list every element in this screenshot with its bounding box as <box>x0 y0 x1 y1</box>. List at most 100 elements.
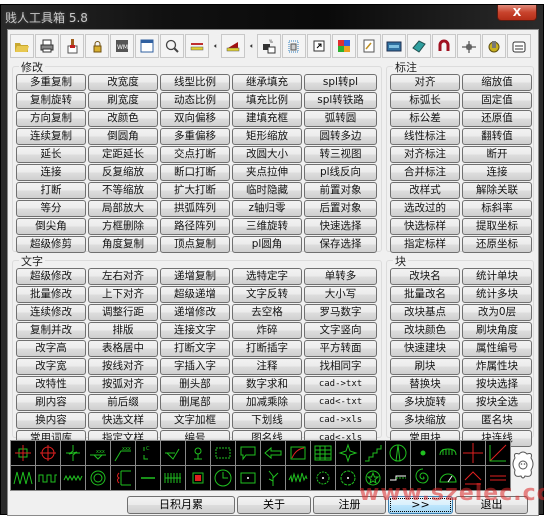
modify-button[interactable]: 倒尖角 <box>16 218 86 235</box>
bracket-symbol-button[interactable]: C <box>136 441 160 465</box>
text-button[interactable]: 打断插字 <box>232 340 302 357</box>
modify-button[interactable]: 夹点拉伸 <box>232 164 302 181</box>
text-button[interactable]: 递增修改 <box>160 304 230 321</box>
modify-button[interactable]: spl转铁路 <box>304 92 377 109</box>
text-button[interactable]: 文字加框 <box>160 412 230 429</box>
dropdown-arrow-button[interactable] <box>210 34 220 58</box>
exit-button[interactable]: 退出 <box>455 496 528 514</box>
wmf-button[interactable]: WMF <box>110 34 134 58</box>
weld-symbol-button[interactable]: xxx <box>86 441 110 465</box>
bracket-red-symbol-button[interactable] <box>111 466 135 490</box>
dimension-button[interactable]: 还原值 <box>462 110 532 127</box>
brush-button[interactable] <box>60 34 84 58</box>
text-button[interactable]: 连续修改 <box>16 304 86 321</box>
dimension-button[interactable]: 改样式 <box>390 182 460 199</box>
modify-button[interactable]: 建填充框 <box>232 110 302 127</box>
modify-button[interactable]: 改圆大小 <box>232 146 302 163</box>
modify-button[interactable]: 方向复制 <box>16 110 86 127</box>
block-button[interactable]: 按块选择 <box>462 376 532 393</box>
block-button[interactable]: 改块基点 <box>390 304 460 321</box>
modify-button[interactable]: 线型比例 <box>160 74 230 91</box>
modify-button[interactable]: 超级修剪 <box>16 236 86 253</box>
dimension-button[interactable]: 指定标样 <box>390 236 460 253</box>
dimension-button[interactable]: 对齐 <box>390 74 460 91</box>
protractor-symbol-button[interactable] <box>436 466 460 490</box>
text-button[interactable]: 复制并改 <box>16 322 86 339</box>
dimension-button[interactable]: 固定值 <box>462 92 532 109</box>
modify-button[interactable]: pl圆角 <box>232 236 302 253</box>
concentric-circle-symbol-button[interactable] <box>86 466 110 490</box>
text-button[interactable]: 排版 <box>88 322 158 339</box>
register-button[interactable]: 注册 <box>313 496 386 514</box>
color-grid-button[interactable] <box>332 34 356 58</box>
text-button[interactable]: 大小写 <box>304 286 377 303</box>
zoom-search-button[interactable] <box>160 34 184 58</box>
gear-symbol-button[interactable] <box>311 466 335 490</box>
layer-fill-button[interactable] <box>221 34 245 58</box>
text-button[interactable]: 超级递增 <box>160 286 230 303</box>
crosshair-square-symbol-button[interactable] <box>11 441 35 465</box>
window-button[interactable] <box>135 34 159 58</box>
modify-button[interactable]: 拱弧阵列 <box>160 200 230 217</box>
north-arrow-symbol-button[interactable] <box>386 441 410 465</box>
text-button[interactable]: 递增复制 <box>160 268 230 285</box>
star-point-symbol-button[interactable] <box>336 441 360 465</box>
break-line-symbol-button[interactable] <box>61 441 85 465</box>
cross-lines-symbol-button[interactable] <box>461 441 485 465</box>
text-button[interactable]: 上下对齐 <box>88 286 158 303</box>
dimension-button[interactable]: 标公差 <box>390 110 460 127</box>
dimension-button[interactable]: 线性标注 <box>390 128 460 145</box>
calculator-button[interactable] <box>507 34 531 58</box>
open-folder-button[interactable] <box>10 34 34 58</box>
dimension-button[interactable]: 对齐标注 <box>390 146 460 163</box>
dimension-button[interactable]: 选改过的 <box>390 200 460 217</box>
modify-button[interactable]: 倒圆角 <box>88 128 158 145</box>
block-button[interactable]: 批量改名 <box>390 286 460 303</box>
select-frame-button[interactable] <box>282 34 306 58</box>
angle-symbol-button[interactable] <box>486 441 510 465</box>
block-button[interactable]: 快速建块 <box>390 340 460 357</box>
modify-button[interactable]: 前置对象 <box>304 182 377 199</box>
modify-button[interactable]: 定距延长 <box>88 146 158 163</box>
text-button[interactable]: 表格居中 <box>88 340 158 357</box>
dimension-button[interactable]: 提取坐标 <box>462 218 532 235</box>
text-button[interactable]: 前后缀 <box>88 394 158 411</box>
text-button[interactable]: 字插入字 <box>160 358 230 375</box>
text-button[interactable]: 去空格 <box>232 304 302 321</box>
dimension-button[interactable]: 断开 <box>462 146 532 163</box>
block-button[interactable]: 统计单块 <box>462 268 532 285</box>
modify-button[interactable]: 改宽度 <box>88 74 158 91</box>
hatch-square-symbol-button[interactable] <box>186 466 210 490</box>
modify-button[interactable]: 等分 <box>16 200 86 217</box>
modify-button[interactable]: 不等缩放 <box>88 182 158 199</box>
eraser-button[interactable] <box>407 34 431 58</box>
close-button[interactable]: X <box>497 5 537 21</box>
text-button[interactable]: 按弧对齐 <box>88 376 158 393</box>
zigzag-wave-symbol-button[interactable] <box>11 466 35 490</box>
modify-button[interactable]: 复制旋转 <box>16 92 86 109</box>
about-button[interactable]: 关于 <box>237 496 311 514</box>
text-button[interactable]: 删尾部 <box>160 394 230 411</box>
dot-symbol-button[interactable] <box>411 441 435 465</box>
modify-button[interactable]: 交点打断 <box>160 146 230 163</box>
modify-button[interactable]: 弧转圆 <box>304 110 377 127</box>
text-button[interactable]: cad->txt <box>304 376 377 393</box>
modify-button[interactable]: 改颜色 <box>88 110 158 127</box>
crosshair-circle-symbol-button[interactable] <box>36 441 60 465</box>
spiral-symbol-button[interactable] <box>411 466 435 490</box>
modify-button[interactable]: 方框删除 <box>88 218 158 235</box>
dimension-button[interactable]: 还原坐标 <box>462 236 532 253</box>
gear-plugin-button[interactable] <box>482 34 506 58</box>
text-button[interactable]: 改字高 <box>16 340 86 357</box>
text-button[interactable]: 数字求和 <box>232 376 302 393</box>
modify-button[interactable]: 反复缩放 <box>88 164 158 181</box>
block-button[interactable]: 改为0层 <box>462 304 532 321</box>
text-button[interactable]: 刷内容 <box>16 394 86 411</box>
modify-button[interactable]: 局部放大 <box>88 200 158 217</box>
text-button[interactable]: 加减乘除 <box>232 394 302 411</box>
modify-button[interactable]: 后置对象 <box>304 200 377 217</box>
text-button[interactable]: 注释 <box>232 358 302 375</box>
dimension-button[interactable]: 标弧长 <box>390 92 460 109</box>
roof-symbol-button[interactable] <box>461 466 485 490</box>
text-button[interactable]: 选特定字 <box>232 268 302 285</box>
